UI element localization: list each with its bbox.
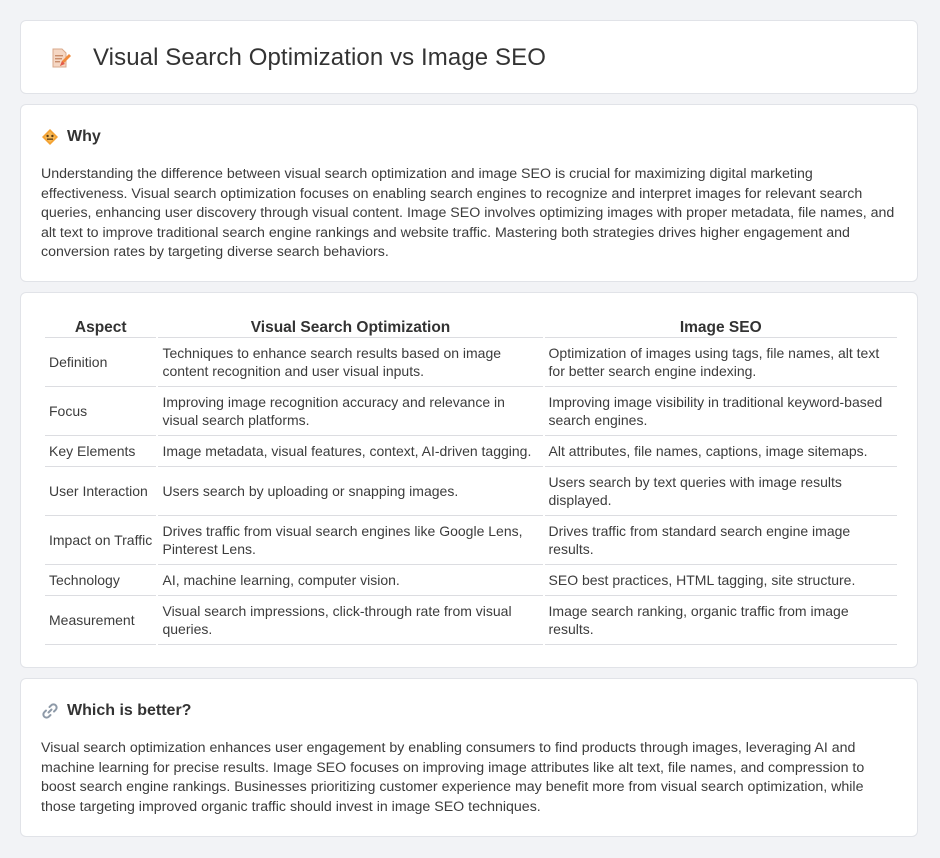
why-paragraph: Understanding the difference between vis…	[41, 166, 895, 261]
header-aspect: Aspect	[45, 315, 157, 338]
row-aspect: Impact on Traffic	[45, 516, 157, 565]
row-aspect: Technology	[45, 565, 157, 596]
comparison-table: Aspect Visual Search Optimization Image …	[43, 315, 899, 645]
row-visual-search: AI, machine learning, computer vision.	[158, 565, 543, 596]
row-aspect: Key Elements	[45, 436, 157, 467]
page-title: Visual Search Optimization vs Image SEO	[93, 44, 546, 71]
row-image-seo: Optimization of images using tags, file …	[544, 338, 897, 387]
row-visual-search: Improving image recognition accuracy and…	[158, 387, 543, 436]
row-aspect: User Interaction	[45, 467, 157, 516]
table-row: Technology AI, machine learning, compute…	[45, 565, 897, 596]
row-visual-search: Drives traffic from visual search engine…	[158, 516, 543, 565]
header-visual-search: Visual Search Optimization	[158, 315, 543, 338]
table-row: User Interaction Users search by uploadi…	[45, 467, 897, 516]
row-image-seo: Drives traffic from standard search engi…	[544, 516, 897, 565]
title-card: Visual Search Optimization vs Image SEO	[20, 20, 918, 94]
table-row: Key Elements Image metadata, visual feat…	[45, 436, 897, 467]
better-heading: Which is better?	[41, 701, 191, 721]
row-visual-search: Users search by uploading or snapping im…	[158, 467, 543, 516]
row-image-seo: Improving image visibility in traditiona…	[544, 387, 897, 436]
diamond-sign-icon	[42, 129, 58, 145]
table-row: Definition Techniques to enhance search …	[45, 338, 897, 387]
better-paragraph: Visual search optimization enhances user…	[41, 740, 865, 815]
header-image-seo: Image SEO	[544, 315, 897, 338]
table-header-row: Aspect Visual Search Optimization Image …	[45, 315, 897, 338]
row-aspect: Measurement	[45, 596, 157, 645]
better-title: Which is better?	[67, 702, 192, 719]
which-better-section: Which is better? Visual search optimizat…	[20, 678, 918, 837]
why-heading: Why	[41, 127, 101, 147]
row-visual-search: Visual search impressions, click-through…	[158, 596, 543, 645]
row-image-seo: Users search by text queries with image …	[544, 467, 897, 516]
row-visual-search: Image metadata, visual features, context…	[158, 436, 543, 467]
row-aspect: Focus	[45, 387, 157, 436]
document-pen-icon	[52, 48, 71, 68]
row-aspect: Definition	[45, 338, 157, 387]
row-image-seo: Image search ranking, organic traffic fr…	[544, 596, 897, 645]
comparison-card: Aspect Visual Search Optimization Image …	[20, 292, 918, 668]
row-visual-search: Techniques to enhance search results bas…	[158, 338, 543, 387]
table-row: Impact on Traffic Drives traffic from vi…	[45, 516, 897, 565]
why-title: Why	[67, 128, 101, 145]
table-row: Focus Improving image recognition accura…	[45, 387, 897, 436]
link-icon	[42, 703, 58, 719]
table-row: Measurement Visual search impressions, c…	[45, 596, 897, 645]
row-image-seo: Alt attributes, file names, captions, im…	[544, 436, 897, 467]
row-image-seo: SEO best practices, HTML tagging, site s…	[544, 565, 897, 596]
why-section: Why Understanding the difference between…	[20, 104, 918, 282]
